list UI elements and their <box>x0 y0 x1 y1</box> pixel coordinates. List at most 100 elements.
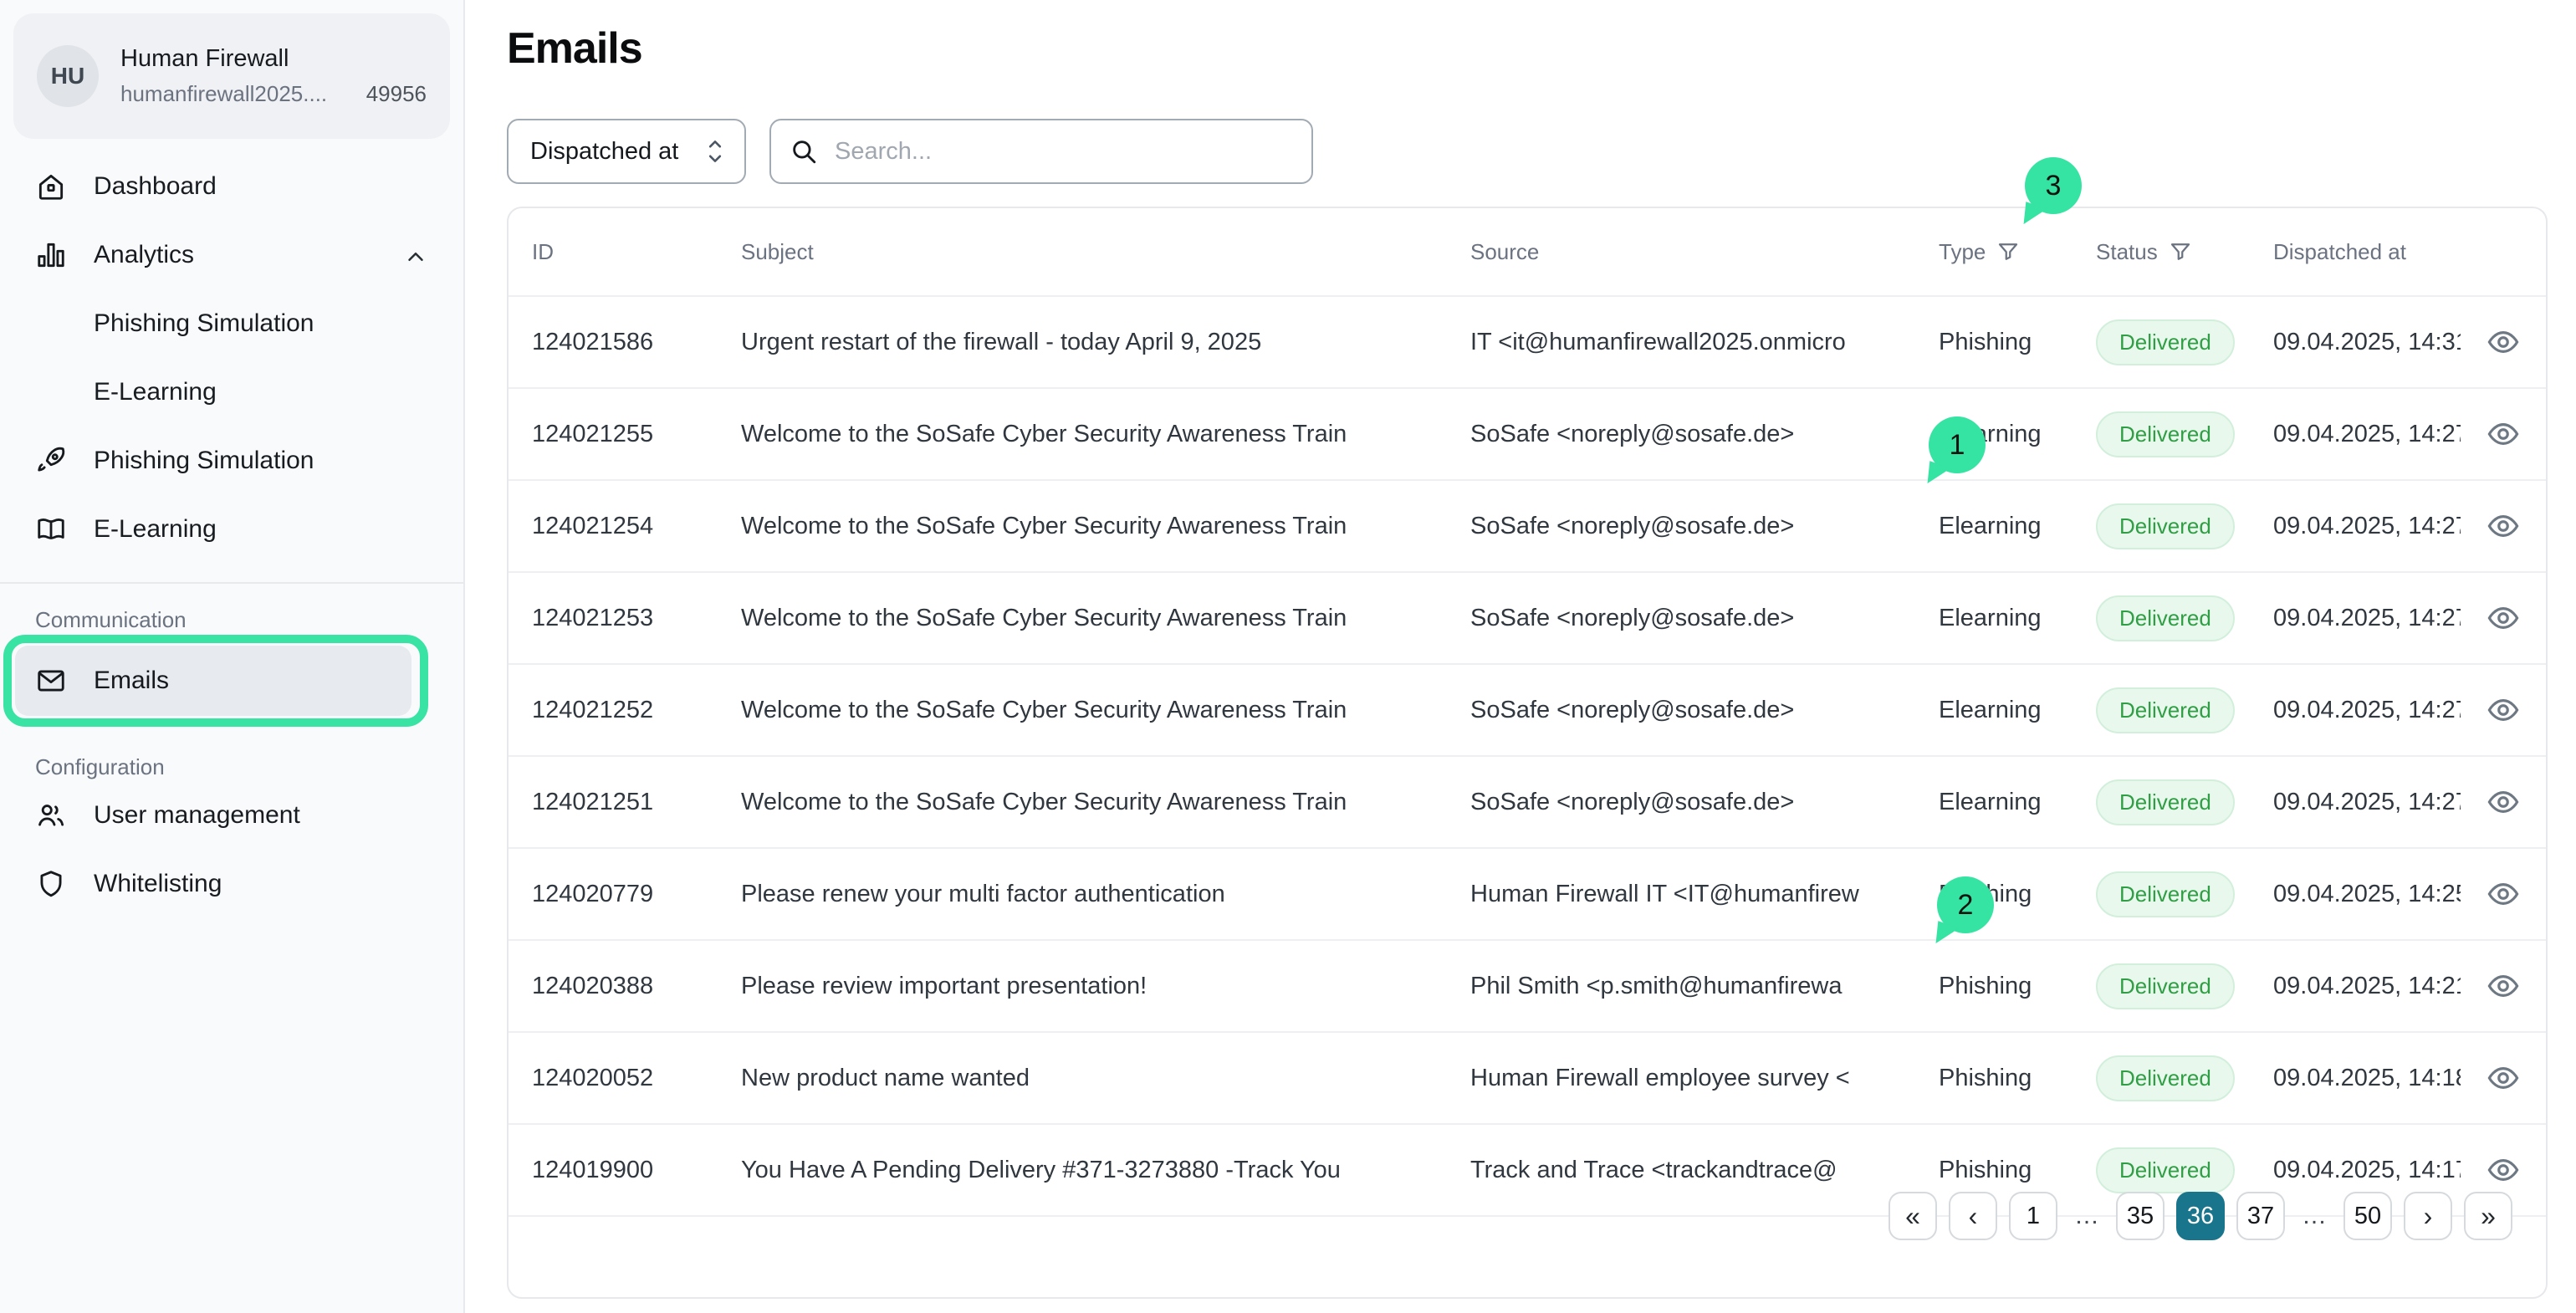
cell-dispatched: 09.04.2025, 14:25 <box>2250 881 2461 908</box>
table-row[interactable]: 124021253 Welcome to the SoSafe Cyber Se… <box>509 573 2546 665</box>
view-email-button[interactable] <box>2461 784 2546 820</box>
status-badge: Delivered <box>2096 963 2235 1009</box>
table-row[interactable]: 124020779 Please renew your multi factor… <box>509 849 2546 941</box>
cell-subject: Urgent restart of the firewall - today A… <box>718 329 1447 356</box>
table-row[interactable]: 124021252 Welcome to the SoSafe Cyber Se… <box>509 665 2546 757</box>
search-input[interactable] <box>833 137 1293 166</box>
cell-source: SoSafe <noreply@sosafe.de> <box>1447 697 1915 724</box>
cell-id: 124021255 <box>509 421 718 448</box>
status-badge: Delivered <box>2096 411 2235 457</box>
sidebar-item-user-management[interactable]: User management <box>0 781 463 850</box>
cell-id: 124019900 <box>509 1157 718 1184</box>
status-badge: Delivered <box>2096 503 2235 549</box>
eye-icon <box>2486 416 2521 452</box>
column-header-dispatched: Dispatched at <box>2250 239 2461 265</box>
analytics-icon <box>35 239 67 271</box>
filter-icon[interactable] <box>2168 239 2193 264</box>
sidebar-item-label: Phishing Simulation <box>94 309 314 338</box>
last-page-button[interactable]: » <box>2464 1192 2512 1240</box>
sidebar-divider <box>0 582 463 584</box>
cell-type: Elearning <box>1915 789 2073 816</box>
section-communication: Communication <box>0 605 463 634</box>
sidebar-item-emails[interactable]: Emails <box>15 646 411 716</box>
page-button-36-active[interactable]: 36 <box>2176 1192 2225 1240</box>
table-row[interactable]: 124021254 Welcome to the SoSafe Cyber Se… <box>509 481 2546 573</box>
table-row[interactable]: 124021586 Urgent restart of the firewall… <box>509 297 2546 389</box>
view-email-button[interactable] <box>2461 600 2546 636</box>
sidebar-item-label: Analytics <box>94 241 194 269</box>
section-configuration: Configuration <box>0 753 463 781</box>
account-id-badge: 49956 <box>366 81 427 107</box>
cell-type: Elearning <box>1915 513 2073 540</box>
cell-dispatched: 09.04.2025, 14:27 <box>2250 513 2461 540</box>
eye-icon <box>2486 692 2521 728</box>
filter-icon[interactable] <box>1996 239 2021 264</box>
page-button-50[interactable]: 50 <box>2343 1192 2392 1240</box>
prev-page-button[interactable]: ‹ <box>1949 1192 1997 1240</box>
sidebar-item-analytics[interactable]: Analytics <box>0 221 463 289</box>
annotation-badge-2: 2 <box>1937 876 1994 933</box>
cell-source: Phil Smith <p.smith@humanfirewa <box>1447 973 1915 1000</box>
status-badge: Delivered <box>2096 595 2235 641</box>
cell-subject: Please review important presentation! <box>718 973 1447 1000</box>
cell-id: 124021253 <box>509 605 718 632</box>
sidebar-item-label: Phishing Simulation <box>94 447 314 475</box>
main-content: Emails Dispatched at ID Subject Source T… <box>467 0 2576 1313</box>
sidebar-item-whitelisting[interactable]: Whitelisting <box>0 850 463 918</box>
sort-select[interactable]: Dispatched at <box>507 119 746 184</box>
cell-id: 124020779 <box>509 881 718 908</box>
annotation-badge-3: 3 <box>2025 157 2082 214</box>
sidebar-item-elearning-analytics[interactable]: E-Learning <box>0 358 463 427</box>
table-row[interactable]: 124020052 New product name wanted Human … <box>509 1033 2546 1125</box>
column-header-type: Type <box>1915 239 2073 265</box>
emails-table: ID Subject Source Type Status Dispatched… <box>507 207 2548 1299</box>
search-icon <box>790 137 818 166</box>
cell-type: Phishing <box>1915 329 2073 356</box>
cell-dispatched: 09.04.2025, 14:18 <box>2250 1065 2461 1092</box>
first-page-button[interactable]: « <box>1889 1192 1937 1240</box>
cell-type: Phishing <box>1915 973 2073 1000</box>
cell-id: 124021252 <box>509 697 718 724</box>
table-row[interactable]: 124021251 Welcome to the SoSafe Cyber Se… <box>509 757 2546 849</box>
view-email-button[interactable] <box>2461 508 2546 544</box>
cell-dispatched: 09.04.2025, 14:27 <box>2250 697 2461 724</box>
account-card[interactable]: HU Human Firewall humanfirewall2025.... … <box>13 13 450 139</box>
sidebar-item-phishing-simulation[interactable]: Phishing Simulation <box>0 427 463 495</box>
page-button-35[interactable]: 35 <box>2116 1192 2165 1240</box>
next-page-button[interactable]: › <box>2404 1192 2452 1240</box>
column-header-source: Source <box>1447 239 1915 265</box>
eye-icon <box>2486 1060 2521 1096</box>
cell-dispatched: 09.04.2025, 14:21 <box>2250 973 2461 1000</box>
view-email-button[interactable] <box>2461 968 2546 1004</box>
sidebar-item-label: Dashboard <box>94 172 217 201</box>
view-email-button[interactable] <box>2461 876 2546 912</box>
page-button-1[interactable]: 1 <box>2009 1192 2057 1240</box>
cell-subject: You Have A Pending Delivery #371-3273880… <box>718 1157 1447 1184</box>
view-email-button[interactable] <box>2461 1060 2546 1096</box>
cell-source: IT <it@humanfirewall2025.onmicro <box>1447 329 1915 356</box>
sidebar-item-phishing-simulation-analytics[interactable]: Phishing Simulation <box>0 289 463 358</box>
cell-dispatched: 09.04.2025, 14:27 <box>2250 789 2461 816</box>
table-row[interactable]: 124021255 Welcome to the SoSafe Cyber Se… <box>509 389 2546 481</box>
account-subtitle: humanfirewall2025.... <box>120 81 327 107</box>
sort-arrows-icon <box>704 138 726 165</box>
cell-type: Elearning <box>1915 605 2073 632</box>
view-email-button[interactable] <box>2461 692 2546 728</box>
chevron-up-icon[interactable] <box>403 244 428 269</box>
table-row[interactable]: 124020388 Please review important presen… <box>509 941 2546 1033</box>
sidebar: HU Human Firewall humanfirewall2025.... … <box>0 0 465 1313</box>
mail-icon <box>35 665 67 697</box>
sidebar-item-dashboard[interactable]: Dashboard <box>0 152 463 221</box>
cell-source: SoSafe <noreply@sosafe.de> <box>1447 789 1915 816</box>
cell-type: Phishing <box>1915 1065 2073 1092</box>
page-button-37[interactable]: 37 <box>2236 1192 2285 1240</box>
status-badge: Delivered <box>2096 779 2235 825</box>
page-title: Emails <box>507 23 642 74</box>
sidebar-item-elearning[interactable]: E-Learning <box>0 495 463 564</box>
view-email-button[interactable] <box>2461 416 2546 452</box>
cell-subject: Welcome to the SoSafe Cyber Security Awa… <box>718 421 1447 448</box>
cell-dispatched: 09.04.2025, 14:27 <box>2250 605 2461 632</box>
status-badge: Delivered <box>2096 319 2235 365</box>
pagination-ellipsis: … <box>2297 1202 2332 1230</box>
view-email-button[interactable] <box>2461 324 2546 360</box>
